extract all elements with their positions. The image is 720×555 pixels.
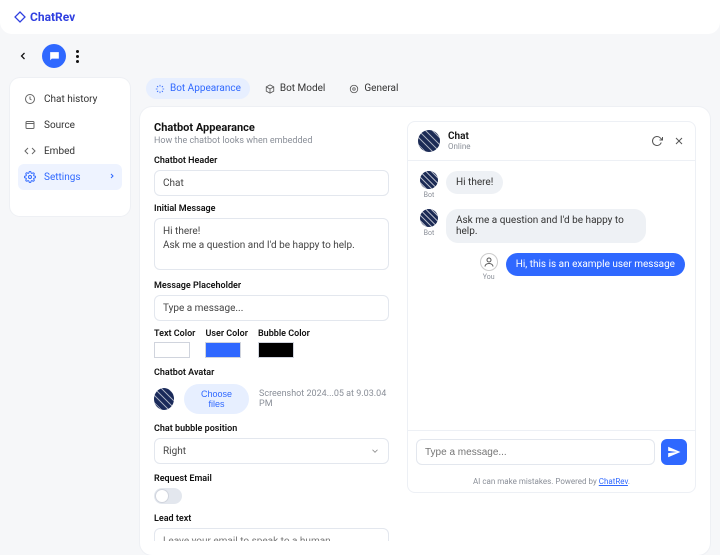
- preview-status: Online: [448, 142, 470, 151]
- preview-avatar: [418, 130, 440, 152]
- sidebar-item-settings[interactable]: Settings: [18, 164, 122, 190]
- sidebar-item-label: Settings: [44, 172, 81, 183]
- sidebar-item-source[interactable]: Source: [18, 112, 122, 138]
- close-icon[interactable]: [673, 135, 685, 147]
- tab-label: Bot Appearance: [170, 83, 241, 94]
- gear-icon: [24, 171, 36, 183]
- settings-icon: [349, 84, 359, 94]
- bot-avatar-icon: [420, 171, 438, 189]
- sidebar-item-label: Chat history: [44, 94, 97, 105]
- tab-general[interactable]: General: [340, 78, 407, 99]
- label-chatbot-avatar: Chatbot Avatar: [154, 368, 389, 378]
- bot-message: Ask me a question and I'd be happy to he…: [446, 209, 646, 243]
- sender-label: You: [483, 273, 495, 281]
- sidebar-item-chat-history[interactable]: Chat history: [18, 86, 122, 112]
- label-text-color: Text Color: [154, 329, 195, 339]
- sparkle-icon: [155, 84, 165, 94]
- sidebar-item-label: Source: [44, 120, 75, 131]
- send-button[interactable]: [661, 439, 687, 465]
- user-color-swatch[interactable]: [205, 342, 241, 358]
- powered-by-link[interactable]: ChatRev: [599, 477, 628, 486]
- source-icon: [24, 119, 36, 131]
- preview-footer: AI can make mistakes. Powered by ChatRev…: [408, 473, 695, 492]
- code-icon: [24, 145, 36, 157]
- request-email-toggle[interactable]: [154, 488, 182, 504]
- label-bubble-position: Chat bubble position: [154, 424, 389, 434]
- section-title: Chatbot Appearance: [154, 121, 389, 134]
- label-lead-text: Lead text: [154, 514, 389, 524]
- preview-message-input[interactable]: [416, 439, 655, 465]
- chevron-right-icon: [108, 172, 116, 183]
- chat-preview: Chat Online Bot Hi there!: [407, 121, 696, 493]
- user-avatar-icon: [480, 253, 498, 271]
- bot-avatar-icon: [420, 209, 438, 227]
- history-icon: [24, 93, 36, 105]
- bubble-color-swatch[interactable]: [258, 342, 294, 358]
- bubble-position-value: Right: [163, 446, 186, 457]
- tab-bot-model[interactable]: Bot Model: [256, 78, 335, 99]
- tab-bot-appearance[interactable]: Bot Appearance: [146, 78, 250, 99]
- sender-label: Bot: [424, 229, 435, 237]
- choose-files-button[interactable]: Choose files: [184, 384, 249, 414]
- chevron-down-icon: [370, 446, 380, 456]
- tabs: Bot Appearance Bot Model General: [140, 78, 710, 107]
- lead-text-input[interactable]: [154, 528, 389, 541]
- label-initial-message: Initial Message: [154, 204, 389, 214]
- label-user-color: User Color: [205, 329, 248, 339]
- bot-message: Hi there!: [446, 171, 503, 194]
- tab-label: Bot Model: [280, 83, 326, 94]
- brand-name: ChatRev: [30, 10, 75, 24]
- more-menu-button[interactable]: [76, 50, 79, 63]
- preview-title: Chat: [448, 132, 470, 142]
- chat-bubble-icon: [48, 50, 61, 63]
- label-message-placeholder: Message Placeholder: [154, 281, 389, 291]
- sidebar-item-embed[interactable]: Embed: [18, 138, 122, 164]
- message-placeholder-input[interactable]: [154, 295, 389, 321]
- sender-label: Bot: [424, 191, 435, 199]
- cube-icon: [265, 84, 275, 94]
- chevron-left-icon: [17, 50, 29, 62]
- chatbot-header-input[interactable]: [154, 170, 389, 196]
- label-bubble-color: Bubble Color: [258, 329, 310, 339]
- label-request-email: Request Email: [154, 474, 389, 484]
- brand-logo[interactable]: ChatRev: [14, 10, 75, 24]
- section-subtitle: How the chatbot looks when embedded: [154, 136, 389, 146]
- avatar-preview: [154, 388, 174, 410]
- sidebar: Chat history Source Embed Settings: [10, 78, 130, 216]
- back-button[interactable]: [14, 47, 32, 65]
- refresh-icon[interactable]: [651, 135, 663, 147]
- send-icon: [667, 445, 681, 459]
- logo-diamond-icon: [14, 11, 26, 23]
- bubble-position-select[interactable]: Right: [154, 438, 389, 464]
- label-chatbot-header: Chatbot Header: [154, 156, 389, 166]
- chatbot-icon-button[interactable]: [42, 44, 66, 68]
- user-message: Hi, this is an example user message: [506, 253, 685, 276]
- initial-message-input[interactable]: [154, 218, 389, 270]
- chosen-file-name: Screenshot 2024...05 at 9.03.04 PM: [259, 389, 389, 409]
- sidebar-item-label: Embed: [44, 146, 75, 157]
- tab-label: General: [364, 83, 398, 94]
- appearance-form: Chatbot Appearance How the chatbot looks…: [154, 121, 389, 541]
- text-color-swatch[interactable]: [154, 342, 190, 358]
